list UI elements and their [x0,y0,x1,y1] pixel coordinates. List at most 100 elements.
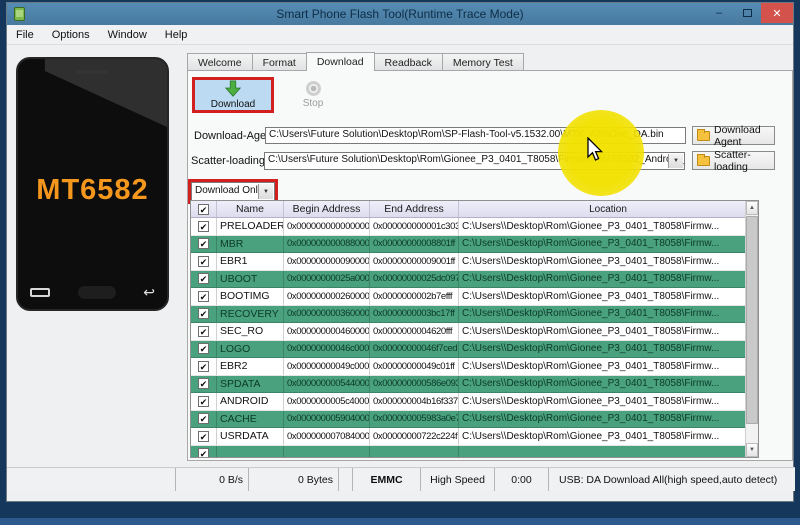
partition-table: ✔ Name Begin Address End Address Locatio… [190,200,759,458]
begin-address: 0x0000000005c40000 [284,393,370,410]
phone-back-icon: ↩ [143,285,155,299]
folder-icon [697,131,710,141]
end-address: 0x00000000046f7ced [370,341,459,358]
row-checkbox[interactable]: ✔ [191,306,217,323]
close-button[interactable]: ✕ [761,3,793,23]
end-address: 0x00000000025dc097 [370,271,459,288]
begin-address: 0x0000000003600000 [284,306,370,323]
begin-address: 0x0000000059040000 [284,411,370,428]
status-speed: 0 B/s [176,468,249,491]
partition-name: LOGO [217,341,284,358]
tab-welcome[interactable]: Welcome [187,53,253,71]
tab-download[interactable]: Download [306,52,375,71]
chevron-down-icon[interactable]: ▼ [668,154,683,168]
row-checkbox[interactable]: ✔ [191,218,217,235]
minimize-button[interactable]: – [705,3,733,23]
scrollbar-thumb[interactable] [746,216,758,424]
row-checkbox[interactable]: ✔ [191,271,217,288]
table-row[interactable]: ✔ [191,446,745,458]
table-row[interactable]: ✔BOOTIMG0x00000000026000000x0000000002b7… [191,288,745,306]
begin-address: 0x00000000049c0000 [284,358,370,375]
header-end-address: End Address [370,201,459,217]
header-begin-address: Begin Address [284,201,370,217]
table-row[interactable]: ✔CACHE0x00000000590400000x000000005983a0… [191,411,745,429]
file-location: C:\Users\\Desktop\Rom\Gionee_P3_0401_T80… [459,288,745,305]
scatter-file-combobox[interactable]: C:\Users\Future Solution\Desktop\Rom\Gio… [264,152,685,170]
begin-address: 0x0000000005440000 [284,376,370,393]
scatter-loading-button[interactable]: Scatter-loading [692,151,775,170]
tab-format[interactable]: Format [252,53,307,71]
table-row[interactable]: ✔USRDATA0x00000000708400000x00000000722c… [191,428,745,446]
table-row[interactable]: ✔EBR20x00000000049c00000x00000000049c01f… [191,358,745,376]
partition-name: EBR2 [217,358,284,375]
table-row[interactable]: ✔PRELOADER0x00000000000000000x0000000000… [191,218,745,236]
download-agent-button-label: Download Agent [714,124,774,148]
begin-address [284,446,370,458]
select-all-checkbox[interactable]: ✔ [191,201,217,217]
table-row[interactable]: ✔UBOOT0x00000000025a00000x00000000025dc0… [191,271,745,289]
titlebar: Smart Phone Flash Tool(Runtime Trace Mod… [7,3,793,25]
row-checkbox[interactable]: ✔ [191,358,217,375]
scroll-up-icon[interactable]: ▲ [746,201,758,215]
scatter-file-value: C:\Users\Future Solution\Desktop\Rom\Gio… [268,154,685,165]
partition-name: CACHE [217,411,284,428]
menu-window[interactable]: Window [99,25,156,44]
table-scrollbar[interactable]: ▲ ▼ [745,201,758,457]
row-checkbox[interactable]: ✔ [191,288,217,305]
status-elapsed-time: 0:00 [495,468,549,491]
end-address: 0x000000005983a0e7 [370,411,459,428]
tab-readback[interactable]: Readback [374,53,443,71]
maximize-button[interactable] [733,3,761,23]
download-button-label: Download [211,99,255,110]
row-checkbox[interactable]: ✔ [191,253,217,270]
download-button[interactable]: Download [192,77,274,113]
menu-options[interactable]: Options [43,25,99,44]
table-row[interactable]: ✔EBR10x00000000009000000x00000000009001f… [191,253,745,271]
begin-address: 0x00000000025a0000 [284,271,370,288]
file-location: C:\Users\\Desktop\Rom\Gionee_P3_0401_T80… [459,271,745,288]
partition-name: BOOTIMG [217,288,284,305]
row-checkbox[interactable]: ✔ [191,446,217,458]
menu-help[interactable]: Help [156,25,197,44]
table-row[interactable]: ✔SEC_RO0x00000000046000000x0000000004620… [191,323,745,341]
download-agent-button[interactable]: Download Agent [692,126,775,145]
stop-button[interactable]: Stop [285,77,341,113]
table-body: ✔PRELOADER0x00000000000000000x0000000000… [191,218,745,457]
file-location: C:\Users\\Desktop\Rom\Gionee_P3_0401_T80… [459,393,745,410]
row-checkbox[interactable]: ✔ [191,341,217,358]
file-location: C:\Users\\Desktop\Rom\Gionee_P3_0401_T80… [459,411,745,428]
header-location: Location [459,201,758,217]
file-location [459,446,745,458]
menu-file[interactable]: File [7,25,43,44]
row-checkbox[interactable]: ✔ [191,323,217,340]
phone-speaker [75,70,109,74]
table-row[interactable]: ✔MBR0x00000000008800000x00000000008801ff… [191,236,745,254]
row-checkbox[interactable]: ✔ [191,411,217,428]
app-icon [14,7,25,21]
row-checkbox[interactable]: ✔ [191,236,217,253]
row-checkbox[interactable]: ✔ [191,393,217,410]
end-address: 0x00000000722c224f [370,428,459,445]
table-row[interactable]: ✔RECOVERY0x00000000036000000x0000000003b… [191,306,745,324]
file-location: C:\Users\\Desktop\Rom\Gionee_P3_0401_T80… [459,358,745,375]
row-checkbox[interactable]: ✔ [191,428,217,445]
begin-address: 0x0000000000900000 [284,253,370,270]
status-bytes: 0 Bytes [249,468,339,491]
partition-name: SPDATA [217,376,284,393]
download-agent-input[interactable]: C:\Users\Future Solution\Desktop\Rom\SP-… [265,127,686,144]
scatter-button-label: Scatter-loading [714,149,774,173]
table-row[interactable]: ✔SPDATA0x00000000054400000x000000000586e… [191,376,745,394]
partition-name: RECOVERY [217,306,284,323]
download-tab-page: Download Stop Download-Agent C:\Users\Fu… [187,70,793,461]
tab-memory-test[interactable]: Memory Test [442,53,524,71]
table-row[interactable]: ✔LOGO0x00000000046c00000x00000000046f7ce… [191,341,745,359]
file-location: C:\Users\\Desktop\Rom\Gionee_P3_0401_T80… [459,376,745,393]
scroll-down-icon[interactable]: ▼ [746,443,758,457]
table-row[interactable]: ✔ANDROID0x0000000005c400000x000000004b16… [191,393,745,411]
end-address: 0x000000000001c303 [370,218,459,235]
chevron-down-icon[interactable]: ▼ [258,184,273,199]
status-usb-info: USB: DA Download All(high speed,auto det… [549,468,795,491]
end-address: 0x0000000003bc17ff [370,306,459,323]
row-checkbox[interactable]: ✔ [191,376,217,393]
download-mode-combobox[interactable]: Download Only ▼ [191,182,275,201]
